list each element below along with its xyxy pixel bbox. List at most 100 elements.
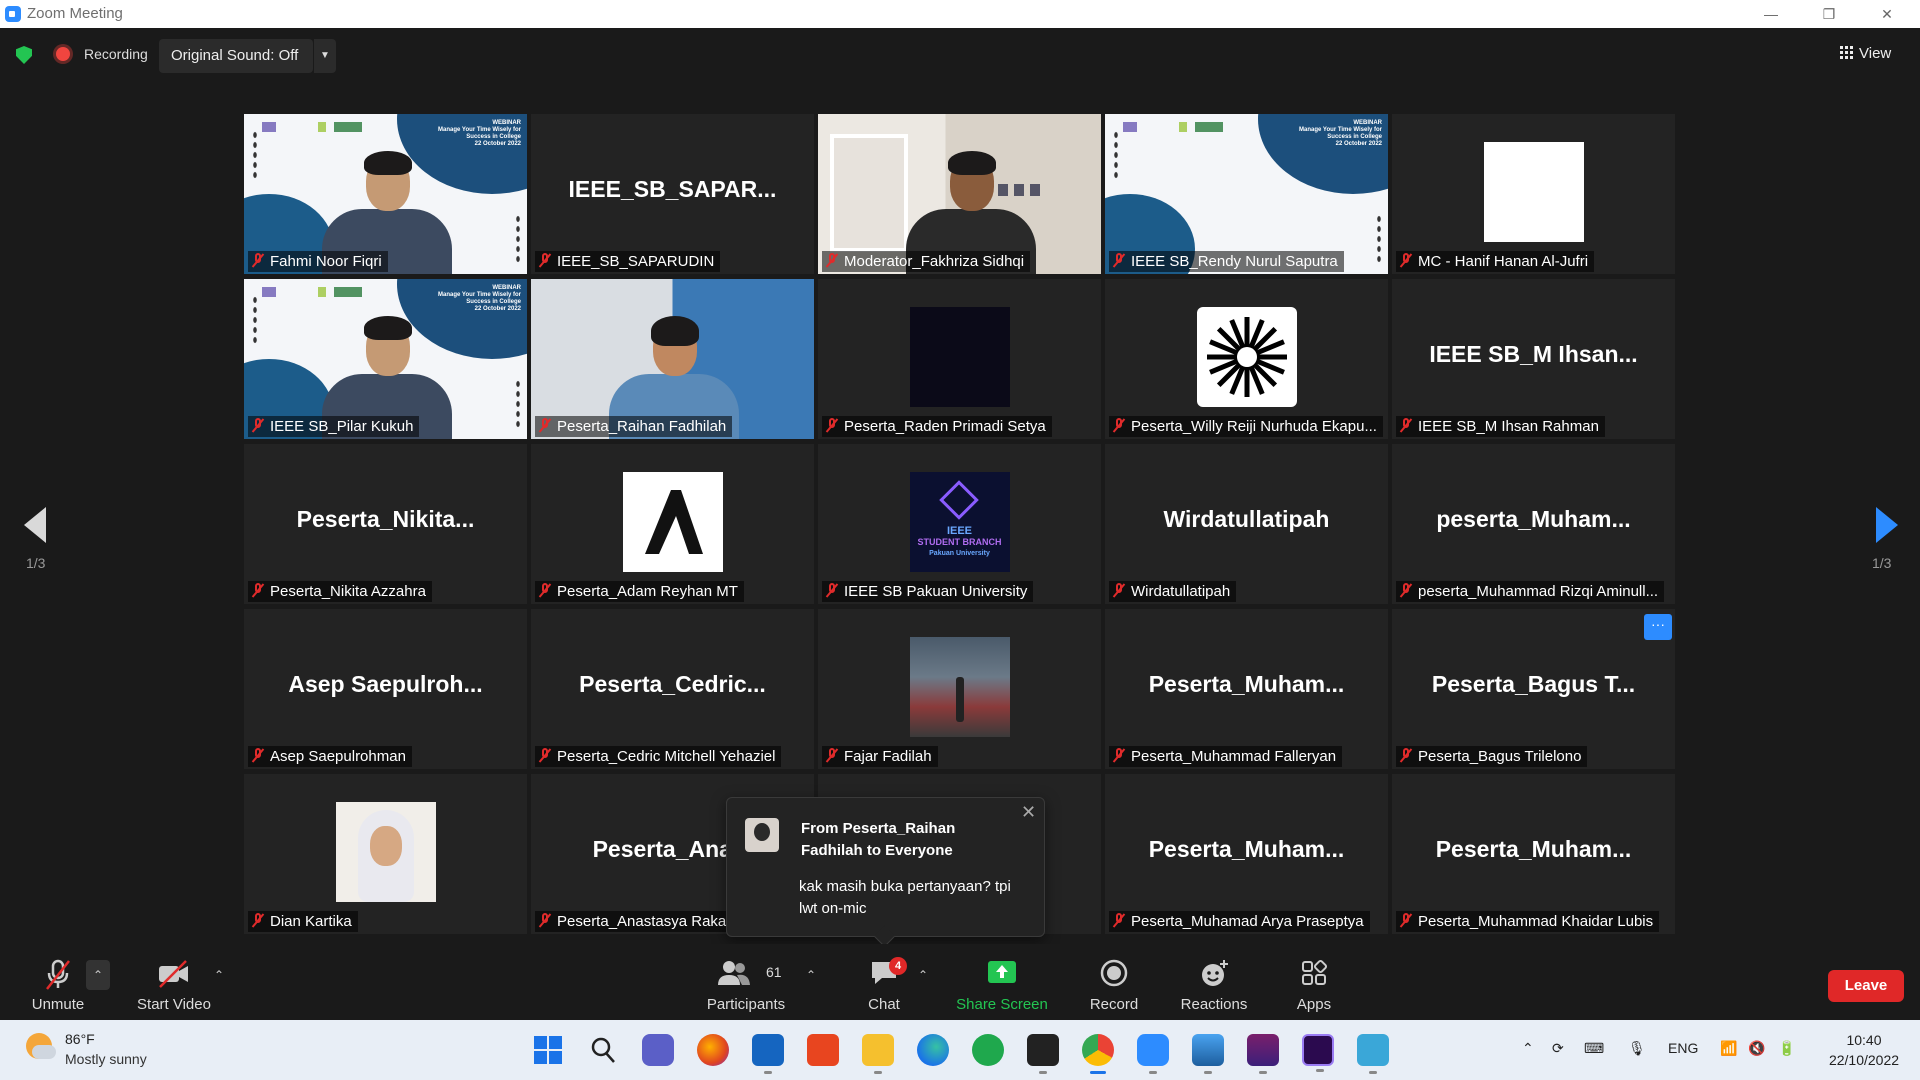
participant-tile[interactable]: Wirdatullatipah Wirdatullatipah	[1105, 444, 1388, 604]
participant-tile[interactable]: Moderator_Fakhriza Sidhqi	[818, 114, 1101, 274]
edge-browser-icon[interactable]	[917, 1034, 949, 1066]
weather-temperature[interactable]: 86°F	[65, 1031, 95, 1047]
participant-tile[interactable]: Peserta_Muham... Peserta_Muhammad Fallery…	[1105, 609, 1388, 769]
participants-button[interactable]: 61 Participants	[700, 944, 792, 1020]
participant-tile[interactable]: WEBINAR Manage Your Time Wisely for Succe…	[244, 279, 527, 439]
tile-more-options-button[interactable]: ···	[1644, 614, 1672, 640]
notion-icon[interactable]	[1027, 1034, 1059, 1074]
participant-name-label: Peserta_Willy Reiji Nurhuda Ekapu...	[1109, 416, 1383, 437]
close-popup-icon[interactable]: ✕	[1021, 802, 1036, 823]
participant-name-label: Peserta_Raden Primadi Setya	[822, 416, 1052, 437]
participant-display-name: Asep Saepulroh...	[288, 671, 483, 697]
mic-muted-icon	[46, 959, 70, 990]
microphone-tray-icon[interactable]: 🎙	[1628, 1040, 1646, 1057]
wifi-icon[interactable]: 📶	[1720, 1040, 1737, 1057]
close-window-button[interactable]: ✕	[1864, 0, 1910, 28]
language-indicator[interactable]: ENG	[1668, 1040, 1698, 1056]
participant-tile[interactable]: Peserta_Cedric... Peserta_Cedric Mitchell…	[531, 609, 814, 769]
chat-button[interactable]: 4 Chat	[856, 944, 912, 1020]
speaker-muted-icon[interactable]: 🔇	[1748, 1040, 1765, 1057]
participant-tile[interactable]: Peserta_Adam Reyhan MT	[531, 444, 814, 604]
previous-page-arrow-icon[interactable]	[24, 507, 46, 543]
winrar-icon[interactable]	[1247, 1034, 1279, 1074]
after-effects-icon[interactable]	[1302, 1034, 1334, 1072]
sync-icon[interactable]: ⟳	[1552, 1040, 1564, 1057]
firefox-icon[interactable]	[697, 1034, 729, 1066]
minimize-button[interactable]: —	[1748, 0, 1794, 28]
reactions-button[interactable]: Reactions	[1176, 944, 1252, 1020]
participant-name: Peserta_Muhammad Falleryan	[1131, 748, 1337, 765]
participant-tile[interactable]: IEEE_SB_SAPAR... IEEE_SB_SAPARUDIN	[531, 114, 814, 274]
participant-name-label: Peserta_Muhammad Falleryan	[1109, 746, 1343, 767]
mail-icon[interactable]	[752, 1034, 784, 1074]
participant-tile[interactable]: MC - Hanif Hanan Al-Jufri	[1392, 114, 1675, 274]
audio-options-caret[interactable]: ⌃	[86, 960, 110, 990]
zoom-taskbar-icon[interactable]	[1137, 1034, 1169, 1074]
weather-sun-icon[interactable]	[26, 1033, 56, 1059]
participant-name: IEEE SB_Pilar Kukuh	[270, 418, 414, 435]
participant-tile[interactable]: Asep Saepulroh... Asep Saepulrohman	[244, 609, 527, 769]
participant-display-name: Wirdatullatipah	[1163, 506, 1330, 532]
participant-tile[interactable]: Peserta_Raihan Fadhilah	[531, 279, 814, 439]
participant-name: Peserta_Bagus Trilelono	[1418, 748, 1582, 765]
participant-tile[interactable]: Peserta_Willy Reiji Nurhuda Ekapu...	[1105, 279, 1388, 439]
battery-icon[interactable]: 🔋	[1778, 1040, 1795, 1057]
show-hidden-icons-chevron-icon[interactable]: ⌃	[1522, 1040, 1534, 1057]
apps-button[interactable]: Apps	[1284, 944, 1344, 1020]
participant-tile[interactable]: IEEE SB_M Ihsan... IEEE SB_M Ihsan Rahman	[1392, 279, 1675, 439]
window-title: Zoom Meeting	[27, 5, 123, 22]
restore-button[interactable]: ❐	[1806, 0, 1852, 28]
ieee-student-branch-logo: IEEE STUDENT BRANCH Pakuan University	[909, 472, 1010, 572]
participant-tile[interactable]: Peserta_Raden Primadi Setya	[818, 279, 1101, 439]
profile-picture	[335, 802, 436, 902]
participant-tile[interactable]: Dian Kartika	[244, 774, 527, 934]
view-label: View	[1859, 45, 1892, 62]
a-logo-icon	[622, 472, 723, 572]
video-options-caret[interactable]: ⌃	[214, 968, 224, 982]
view-button[interactable]: View	[1840, 39, 1908, 69]
mic-muted-icon	[252, 748, 264, 763]
keyboard-icon[interactable]: ⌨	[1584, 1040, 1604, 1057]
windows-start-icon[interactable]	[532, 1034, 564, 1066]
participant-video	[531, 279, 814, 439]
original-sound-dropdown[interactable]: ▼	[313, 39, 336, 73]
search-icon[interactable]	[587, 1034, 619, 1066]
file-explorer-icon[interactable]	[862, 1034, 894, 1074]
photos-icon[interactable]	[1192, 1034, 1224, 1074]
chat-message: kak masih buka pertanyaan? tpi lwt on-mi…	[799, 878, 1011, 917]
slide-line1: WEBINAR	[492, 120, 521, 126]
participant-name: IEEE SB Pakuan University	[844, 583, 1028, 600]
taskbar-clock[interactable]: 10:40 22/10/2022	[1818, 1030, 1910, 1070]
next-page-arrow-icon[interactable]	[1876, 507, 1898, 543]
participant-tile[interactable]: IEEE STUDENT BRANCH Pakuan University IE…	[818, 444, 1101, 604]
participant-tile[interactable]: Peserta_Nikita... Peserta_Nikita Azzahra	[244, 444, 527, 604]
participant-tile[interactable]: Peserta_Muham... Peserta_Muhammad Khaidar…	[1392, 774, 1675, 934]
participant-name: IEEE SB_M Ihsan Rahman	[1418, 418, 1599, 435]
weather-description[interactable]: Mostly sunny	[65, 1051, 147, 1067]
participant-tile[interactable]: WEBINAR Manage Your Time Wisely for Succe…	[1105, 114, 1388, 274]
share-screen-button[interactable]: Share Screen	[952, 944, 1052, 1020]
notepad-icon[interactable]	[1357, 1034, 1389, 1074]
leave-button[interactable]: Leave	[1828, 970, 1904, 1002]
chat-options-caret[interactable]: ⌃	[918, 968, 928, 982]
start-video-button[interactable]: Start Video	[128, 944, 220, 1020]
participant-tile[interactable]: peserta_Muham... peserta_Muhammad Rizqi A…	[1392, 444, 1675, 604]
chrome-icon[interactable]	[1082, 1034, 1114, 1074]
participant-tile[interactable]: Peserta_Bagus T... Peserta_Bagus Trilelon…	[1392, 609, 1675, 769]
participant-tile[interactable]: Peserta_Muham... Peserta_Muhamad Arya Pra…	[1105, 774, 1388, 934]
record-button[interactable]: Record	[1084, 944, 1144, 1020]
unmute-button[interactable]: Unmute	[22, 944, 94, 1020]
green-app-icon[interactable]	[972, 1034, 1004, 1066]
participants-options-caret[interactable]: ⌃	[806, 968, 816, 982]
participant-tile[interactable]: Fajar Fadilah	[818, 609, 1101, 769]
participant-tile[interactable]: WEBINAR Manage Your Time Wisely for Succe…	[244, 114, 527, 274]
participant-name: Asep Saepulrohman	[270, 748, 406, 765]
security-shield-icon[interactable]	[16, 46, 32, 64]
unmute-label: Unmute	[31, 996, 85, 1013]
original-sound-button[interactable]: Original Sound: Off	[159, 39, 313, 73]
chat-notification-popup[interactable]: From Peserta_Raihan Fadhilah to Everyone…	[726, 797, 1045, 937]
mic-muted-icon	[1400, 913, 1412, 928]
office-icon[interactable]	[807, 1034, 839, 1066]
participant-name-label: Moderator_Fakhriza Sidhqi	[822, 251, 1031, 272]
meet-chat-icon[interactable]	[642, 1034, 674, 1066]
